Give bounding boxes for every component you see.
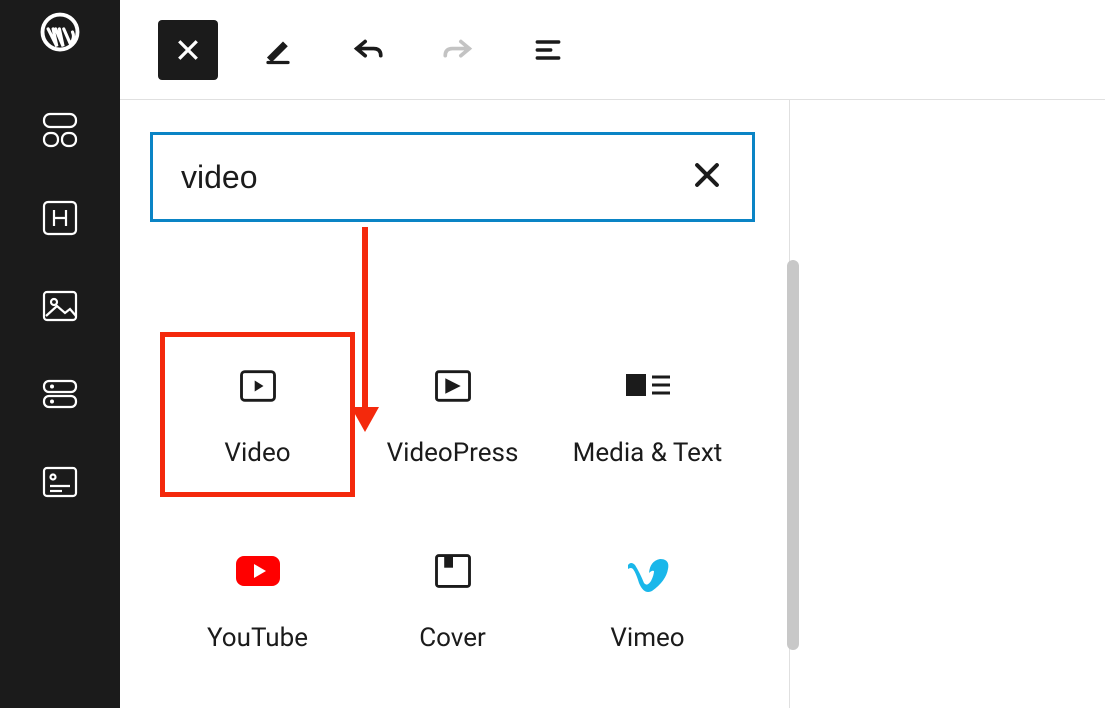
blocks-tab-icon[interactable] xyxy=(40,110,80,150)
block-item-media-text[interactable]: Media & Text xyxy=(550,332,745,497)
block-item-label: Vimeo xyxy=(610,623,684,653)
block-item-cover[interactable]: Cover xyxy=(355,517,550,682)
video-icon xyxy=(234,362,282,410)
block-item-label: Media & Text xyxy=(573,438,723,468)
videopress-icon xyxy=(429,362,477,410)
image-icon[interactable] xyxy=(40,286,80,326)
block-search xyxy=(150,132,755,222)
block-item-vimeo[interactable]: Vimeo xyxy=(550,517,745,682)
redo-button xyxy=(428,20,488,80)
block-item-label: VideoPress xyxy=(387,438,519,468)
block-item-label: Video xyxy=(224,438,290,468)
cover-icon xyxy=(429,547,477,595)
media-text-icon xyxy=(624,362,672,410)
vimeo-icon xyxy=(624,547,672,595)
block-inserter-panel: Video VideoPress xyxy=(120,100,790,708)
list-icon[interactable] xyxy=(40,374,80,414)
clear-search-icon[interactable] xyxy=(690,158,724,196)
block-search-input[interactable] xyxy=(181,159,690,196)
block-item-label: Cover xyxy=(419,623,486,653)
admin-sidebar xyxy=(0,0,120,708)
caption-icon[interactable] xyxy=(40,462,80,502)
close-inserter-button[interactable] xyxy=(158,20,218,80)
block-results-grid: Video VideoPress xyxy=(150,332,755,682)
block-item-label: YouTube xyxy=(207,623,308,653)
tools-button[interactable] xyxy=(248,20,308,80)
youtube-icon xyxy=(234,547,282,595)
block-item-video[interactable]: Video xyxy=(160,332,355,497)
heading-icon[interactable] xyxy=(40,198,80,238)
wordpress-logo-icon[interactable] xyxy=(40,12,80,52)
editor-canvas[interactable] xyxy=(790,100,1105,708)
editor: Video VideoPress xyxy=(120,0,1105,708)
editor-toolbar xyxy=(120,0,1105,100)
undo-button[interactable] xyxy=(338,20,398,80)
document-overview-button[interactable] xyxy=(518,20,578,80)
block-item-videopress[interactable]: VideoPress xyxy=(355,332,550,497)
block-item-youtube[interactable]: YouTube xyxy=(160,517,355,682)
